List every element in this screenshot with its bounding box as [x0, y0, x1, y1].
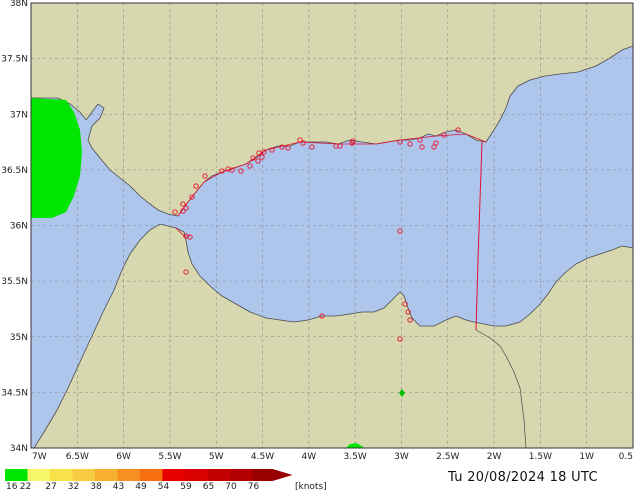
legend-swatch	[50, 469, 73, 481]
latitude-tick-label: 34N	[10, 444, 28, 454]
latitude-tick-label: 35.5N	[1, 277, 28, 287]
latitude-tick-label: 36N	[10, 222, 28, 232]
legend-value-label: 76	[248, 482, 260, 490]
legend-value-label: 49	[135, 482, 147, 490]
legend-swatch	[207, 469, 230, 481]
legend-swatch	[117, 469, 140, 481]
longitude-tick-label: 5.5W	[158, 452, 181, 462]
longitude-tick-label: 3W	[394, 452, 409, 462]
legend-value-label: 59	[180, 482, 192, 490]
legend-swatch	[5, 469, 28, 481]
wind-speed-legend: 16 22 27 32 38 43 49 54 59 65 70 76 [knots]	[5, 469, 327, 490]
longitude-tick-label: 1.5W	[529, 452, 552, 462]
longitude-tick-label: 7W	[32, 452, 47, 462]
forecast-map: 38N 37.5N 37N 36.5N 36N 35.5N 35N 34.5N 34N 7W 6.…	[1, 0, 634, 490]
latitude-tick-label: 37N	[10, 110, 28, 120]
latitude-tick-label: 35N	[10, 333, 28, 343]
longitude-tick-label: 6W	[116, 452, 131, 462]
longitude-tick-label: 0.5	[619, 452, 633, 462]
legend-value-label: 32	[68, 482, 79, 490]
legend-unit-label: [knots]	[295, 482, 327, 490]
legend-swatch	[230, 469, 253, 481]
latitude-tick-label: 36.5N	[1, 166, 28, 176]
legend-value-label: 43	[113, 482, 124, 490]
legend-value-label: 70	[225, 482, 237, 490]
legend-swatch	[140, 469, 163, 481]
longitude-tick-label: 2W	[487, 452, 502, 462]
longitude-tick-label: 4W	[302, 452, 317, 462]
legend-value-label: 65	[203, 482, 214, 490]
longitude-tick-label: 5W	[209, 452, 224, 462]
legend-swatch	[72, 469, 95, 481]
latitude-tick-label: 37.5N	[1, 55, 28, 65]
legend-value-label: 38	[90, 482, 102, 490]
latitude-tick-label: 34.5N	[1, 388, 28, 398]
longitude-labels: 7W 6.5W 6W 5.5W 5W 4.5W 4W 3.5W 3W 2.5W 2W 1.5W 1W 0.…	[32, 452, 633, 462]
longitude-tick-label: 2.5W	[436, 452, 459, 462]
longitude-tick-label: 4.5W	[251, 452, 274, 462]
legend-value-label: 54	[158, 482, 170, 490]
map-area	[30, 2, 634, 449]
legend-value-label: 16	[6, 482, 18, 490]
latitude-labels: 38N 37.5N 37N 36.5N 36N 35.5N 35N 34.5N 34N	[1, 0, 28, 454]
legend-swatch	[162, 469, 185, 481]
legend-swatch	[185, 469, 208, 481]
longitude-tick-label: 3.5W	[344, 452, 367, 462]
legend-value-label: 22	[20, 482, 31, 490]
legend-swatch	[252, 469, 293, 481]
longitude-tick-label: 1W	[579, 452, 594, 462]
latitude-tick-label: 38N	[10, 0, 28, 9]
forecast-timestamp: Tu 20/08/2024 18 UTC	[448, 470, 598, 485]
legend-swatch	[27, 469, 50, 481]
longitude-tick-label: 6.5W	[66, 452, 89, 462]
legend-value-label: 27	[45, 482, 56, 490]
legend-swatch	[95, 469, 118, 481]
